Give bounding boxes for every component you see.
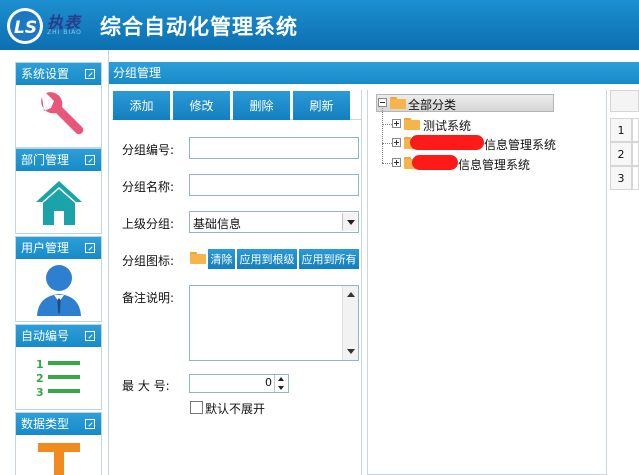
grid-cell[interactable] xyxy=(632,166,639,190)
group-form: 添加 修改 删除 刷新 分组编号: 分组名称: 上级分组: 基础信息 分组图标:… xyxy=(112,90,362,475)
toolbar: 添加 修改 删除 刷新 xyxy=(112,90,362,120)
folder-icon xyxy=(390,97,406,109)
apply-root-button[interactable]: 应用到根级 xyxy=(237,249,297,269)
tree-node-label[interactable]: 信息管理系统 xyxy=(484,136,556,153)
row-number[interactable]: 3 xyxy=(610,166,632,190)
sidebar: 系统设置 部门管理 用户管理 自动编号 1 2 3 数据类型 xyxy=(0,50,109,475)
sidebar-panel-system-settings[interactable]: 系统设置 xyxy=(15,62,102,148)
app-title: 综合自动化管理系统 xyxy=(100,15,298,39)
no-expand-checkbox[interactable] xyxy=(190,401,203,414)
svg-text:1: 1 xyxy=(36,358,44,371)
house-icon xyxy=(35,181,82,225)
redaction-mark xyxy=(412,155,458,170)
expand-icon[interactable] xyxy=(85,419,95,429)
tree-node-label[interactable]: 测试系统 xyxy=(423,117,471,134)
parent-group-select[interactable]: 基础信息 xyxy=(189,211,359,233)
add-button[interactable]: 添加 xyxy=(113,91,170,120)
parent-group-label: 上级分组: xyxy=(122,217,175,231)
group-management-header: 分组管理 xyxy=(109,62,639,84)
refresh-button[interactable]: 刷新 xyxy=(293,91,350,120)
stepper-down-icon[interactable] xyxy=(278,386,284,390)
app-header: LS 执表 ZHI BIAO 综合自动化管理系统 xyxy=(0,0,639,50)
sidebar-panel-label: 用户管理 xyxy=(21,241,70,255)
max-number-label: 最 大 号: xyxy=(122,379,170,393)
redaction-mark xyxy=(410,135,484,150)
max-number-value: 0 xyxy=(265,376,272,389)
sidebar-panel-department[interactable]: 部门管理 xyxy=(15,148,102,234)
tree-node-label[interactable]: 信息管理系统 xyxy=(458,156,530,173)
folder-icon xyxy=(404,118,420,130)
sidebar-panel-auto-number[interactable]: 自动编号 1 2 3 xyxy=(15,324,102,410)
sidebar-panel-body[interactable] xyxy=(16,435,101,475)
clear-icon-button[interactable]: 清除 xyxy=(208,249,235,269)
group-icon-label: 分组图标: xyxy=(122,254,175,268)
grid-cell[interactable] xyxy=(632,118,639,142)
sidebar-panel-label: 自动编号 xyxy=(21,329,70,343)
sidebar-panel-body[interactable]: 1 2 3 xyxy=(16,347,101,409)
expand-icon[interactable] xyxy=(85,243,95,253)
brand-subtitle: ZHI BIAO xyxy=(47,29,82,36)
app-window: LS 执表 ZHI BIAO 综合自动化管理系统 系统设置 部门管理 用户管理 … xyxy=(0,0,639,475)
chevron-down-icon[interactable] xyxy=(342,213,357,231)
expand-icon[interactable] xyxy=(85,69,95,79)
tree-line xyxy=(382,108,383,163)
group-management-content: 添加 修改 删除 刷新 分组编号: 分组名称: 上级分组: 基础信息 分组图标:… xyxy=(109,84,639,475)
stepper-buttons[interactable] xyxy=(274,375,288,392)
grid-cell[interactable] xyxy=(632,142,639,166)
sidebar-panel-header[interactable]: 用户管理 xyxy=(16,237,101,259)
sidebar-panel-label: 部门管理 xyxy=(21,153,70,167)
data-grid: 1 2 3 xyxy=(610,90,639,475)
apply-all-button[interactable]: 应用到所有 xyxy=(299,249,359,269)
expand-icon[interactable] xyxy=(85,331,95,341)
group-no-label: 分组编号: xyxy=(122,143,175,157)
max-number-stepper[interactable]: 0 xyxy=(189,374,289,393)
sidebar-panel-body[interactable] xyxy=(16,259,101,321)
sidebar-panel-label: 系统设置 xyxy=(21,67,70,81)
group-name-label: 分组名称: xyxy=(122,180,175,194)
note-textarea[interactable] xyxy=(189,285,359,361)
row-number[interactable]: 1 xyxy=(610,118,632,142)
sidebar-panel-body[interactable] xyxy=(16,171,101,233)
collapse-icon[interactable] xyxy=(378,98,387,107)
scroll-up-icon[interactable] xyxy=(347,292,355,297)
sidebar-panel-header[interactable]: 部门管理 xyxy=(16,149,101,171)
user-icon xyxy=(36,265,81,316)
logo-icon: LS xyxy=(7,8,43,44)
grid-header xyxy=(610,90,639,112)
expand-icon[interactable] xyxy=(392,119,401,128)
expand-icon[interactable] xyxy=(392,158,401,167)
sidebar-panel-header[interactable]: 系统设置 xyxy=(16,63,101,85)
panel-title: 分组管理 xyxy=(113,66,162,80)
svg-text:LS: LS xyxy=(14,18,37,38)
sidebar-panel-body[interactable] xyxy=(16,85,101,147)
sidebar-panel-header[interactable]: 数据类型 xyxy=(16,413,101,435)
wrench-icon xyxy=(40,92,83,135)
sidebar-panel-header[interactable]: 自动编号 xyxy=(16,325,101,347)
note-scrollbar[interactable] xyxy=(342,286,358,360)
delete-button[interactable]: 删除 xyxy=(233,91,290,120)
stepper-up-icon[interactable] xyxy=(278,377,284,381)
parent-group-value: 基础信息 xyxy=(193,217,242,231)
note-label: 备注说明: xyxy=(122,291,175,305)
group-name-input[interactable] xyxy=(189,174,359,196)
numbered-list-icon: 1 2 3 xyxy=(36,358,80,399)
svg-text:3: 3 xyxy=(36,386,44,399)
sidebar-panel-label: 数据类型 xyxy=(21,417,70,431)
t-shape-icon xyxy=(37,443,80,475)
tree-root-label[interactable]: 全部分类 xyxy=(408,96,456,113)
edit-button[interactable]: 修改 xyxy=(173,91,230,120)
scroll-down-icon[interactable] xyxy=(347,349,355,354)
no-expand-label: 默认不展开 xyxy=(205,402,266,416)
expand-icon[interactable] xyxy=(392,138,401,147)
folder-icon[interactable] xyxy=(190,252,206,264)
expand-icon[interactable] xyxy=(85,155,95,165)
sidebar-panel-user[interactable]: 用户管理 xyxy=(15,236,102,322)
row-number[interactable]: 2 xyxy=(610,142,632,166)
category-tree: 全部分类 测试系统 信息管理系统 信息管理系统 xyxy=(367,90,607,475)
svg-text:2: 2 xyxy=(36,372,44,385)
group-no-input[interactable] xyxy=(189,137,359,159)
sidebar-panel-data-type[interactable]: 数据类型 xyxy=(15,412,102,475)
